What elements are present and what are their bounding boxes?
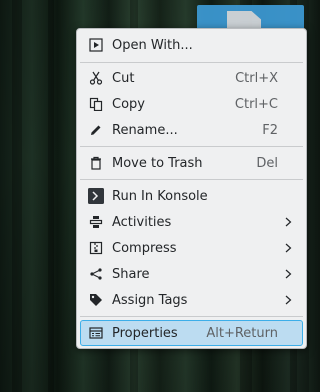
chevron-right-icon: [283, 217, 293, 227]
menu-item-label: Cut: [112, 70, 135, 86]
menu-item-label: Assign Tags: [112, 292, 188, 308]
menu-item-properties[interactable]: Properties Alt+Return: [80, 320, 303, 346]
archive-icon: [88, 240, 104, 256]
copy-icon: [88, 96, 104, 112]
menu-item-activities[interactable]: Activities: [80, 210, 303, 234]
pencil-icon: [88, 122, 104, 138]
menu-item-shortcut: F2: [262, 122, 278, 138]
menu-item-label: Activities: [112, 214, 172, 230]
tag-icon: [88, 292, 104, 308]
wallpaper-tree: [12, 0, 22, 392]
menu-item-compress[interactable]: Compress: [80, 236, 303, 260]
share-icon: [88, 266, 104, 282]
context-menu: Open With... Cut Ctrl+X Copy Ctrl+C Rena…: [76, 28, 307, 349]
menu-item-label: Copy: [112, 96, 145, 112]
menu-separator: [80, 62, 303, 63]
menu-item-label: Move to Trash: [112, 155, 203, 171]
menu-item-label: Run In Konsole: [112, 188, 208, 204]
trash-icon: [88, 155, 104, 171]
wallpaper-tree: [48, 0, 54, 392]
menu-item-label: Compress: [112, 240, 177, 256]
menu-item-rename[interactable]: Rename... F2: [80, 118, 303, 142]
menu-item-move-to-trash[interactable]: Move to Trash Del: [80, 151, 303, 175]
activities-icon: [88, 214, 104, 230]
menu-separator: [80, 316, 303, 317]
terminal-icon: [88, 188, 104, 204]
chevron-right-icon: [283, 295, 293, 305]
menu-item-assign-tags[interactable]: Assign Tags: [80, 288, 303, 312]
menu-item-shortcut: Ctrl+C: [234, 96, 278, 112]
menu-item-label: Share: [112, 266, 150, 282]
menu-item-shortcut: Del: [256, 155, 278, 171]
menu-item-shortcut: Alt+Return: [206, 325, 278, 341]
menu-item-run-in-konsole[interactable]: Run In Konsole: [80, 184, 303, 208]
properties-icon: [88, 325, 104, 341]
chevron-right-icon: [283, 243, 293, 253]
scissors-icon: [88, 70, 104, 86]
menu-item-label: Open With...: [112, 37, 193, 53]
menu-item-label: Properties: [112, 325, 178, 341]
open-with-icon: [88, 37, 104, 53]
menu-item-share[interactable]: Share: [80, 262, 303, 286]
menu-item-copy[interactable]: Copy Ctrl+C: [80, 92, 303, 116]
menu-separator: [80, 179, 303, 180]
menu-item-shortcut: Ctrl+X: [235, 70, 278, 86]
menu-item-open-with[interactable]: Open With...: [80, 33, 303, 57]
menu-separator: [80, 146, 303, 147]
chevron-right-icon: [283, 269, 293, 279]
menu-item-cut[interactable]: Cut Ctrl+X: [80, 66, 303, 90]
menu-item-label: Rename...: [112, 122, 178, 138]
